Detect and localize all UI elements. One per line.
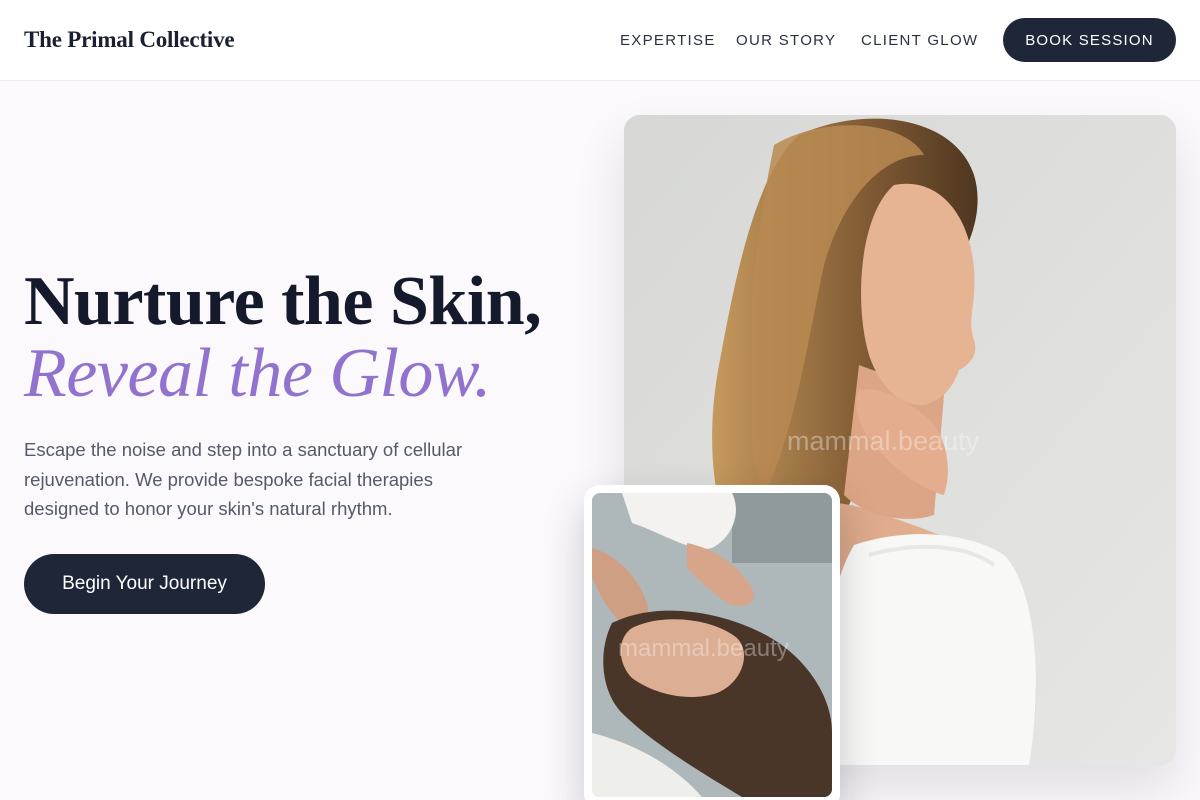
nav-link-our-story[interactable]: OUR STORY (736, 32, 836, 49)
book-session-button[interactable]: BOOK SESSION (1003, 18, 1176, 62)
hero-headline-line-2: Reveal the Glow. (24, 335, 491, 412)
site-header: The Primal Collective EXPERTISE OUR STOR… (0, 0, 1200, 81)
brand-logo[interactable]: The Primal Collective (24, 27, 235, 53)
hero-intro-text: Escape the noise and step into a sanctua… (24, 439, 463, 519)
nav-link-client-glow[interactable]: CLIENT GLOW (861, 32, 978, 49)
inset-watermark: mammal.beauty (618, 635, 789, 662)
image-watermark: mammal.beauty (787, 426, 980, 456)
facial-treatment-image: mammal.beauty (592, 493, 832, 797)
begin-journey-button[interactable]: Begin Your Journey (24, 554, 265, 614)
nav-link-expertise[interactable]: EXPERTISE (620, 32, 716, 49)
facial-treatment-image-card: mammal.beauty (584, 485, 840, 800)
hero-headline-line-1: Nurture the Skin, (24, 263, 542, 340)
